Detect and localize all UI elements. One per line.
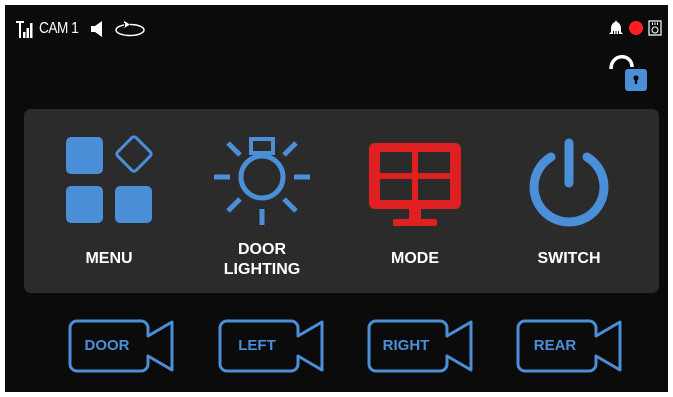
mode-label: MODE bbox=[391, 250, 439, 267]
status-bar-right bbox=[608, 18, 662, 38]
left-camera-label: LEFT bbox=[238, 337, 276, 354]
menu-label: MENU bbox=[85, 250, 133, 267]
mode-tile[interactable]: MODE bbox=[355, 109, 475, 293]
camera-label: CAM 1 bbox=[39, 20, 79, 37]
light-bulb-icon bbox=[212, 133, 312, 234]
right-camera-button[interactable]: RIGHT bbox=[367, 319, 475, 373]
menu-tile[interactable]: MENU bbox=[49, 109, 169, 293]
bell-icon bbox=[609, 20, 623, 34]
monitor-screen: CAM 1 MENU DOOR LIGHTING MODE SWITCH DOO… bbox=[5, 5, 668, 392]
right-camera-label: RIGHT bbox=[382, 337, 430, 354]
door-lighting-label-line2: LIGHTING bbox=[223, 261, 301, 278]
door-lighting-tile[interactable]: DOOR LIGHTING bbox=[202, 109, 322, 293]
power-icon bbox=[524, 135, 614, 232]
left-camera-button[interactable]: LEFT bbox=[218, 319, 326, 373]
switch-tile[interactable]: SWITCH bbox=[509, 109, 629, 293]
monitor-quad-icon bbox=[367, 141, 463, 236]
switch-label: SWITCH bbox=[537, 250, 601, 267]
sd-card-icon bbox=[648, 20, 662, 36]
speaker-icon[interactable] bbox=[91, 21, 105, 37]
door-lighting-label: DOOR LIGHTING bbox=[202, 240, 322, 280]
signal-icon bbox=[16, 20, 33, 38]
menu-grid-icon bbox=[64, 135, 154, 230]
rear-camera-label: REAR bbox=[533, 337, 577, 354]
door-lighting-label-line1: DOOR bbox=[238, 241, 286, 258]
main-menu-panel: MENU DOOR LIGHTING MODE SWITCH bbox=[24, 109, 659, 293]
rotate-icon[interactable] bbox=[114, 21, 146, 37]
rear-camera-button[interactable]: REAR bbox=[516, 319, 624, 373]
record-icon bbox=[629, 21, 643, 35]
unlocked-padlock-icon[interactable] bbox=[608, 50, 648, 95]
door-camera-button[interactable]: DOOR bbox=[68, 319, 176, 373]
door-camera-label: DOOR bbox=[84, 337, 130, 354]
status-bar-left: CAM 1 bbox=[16, 19, 146, 39]
